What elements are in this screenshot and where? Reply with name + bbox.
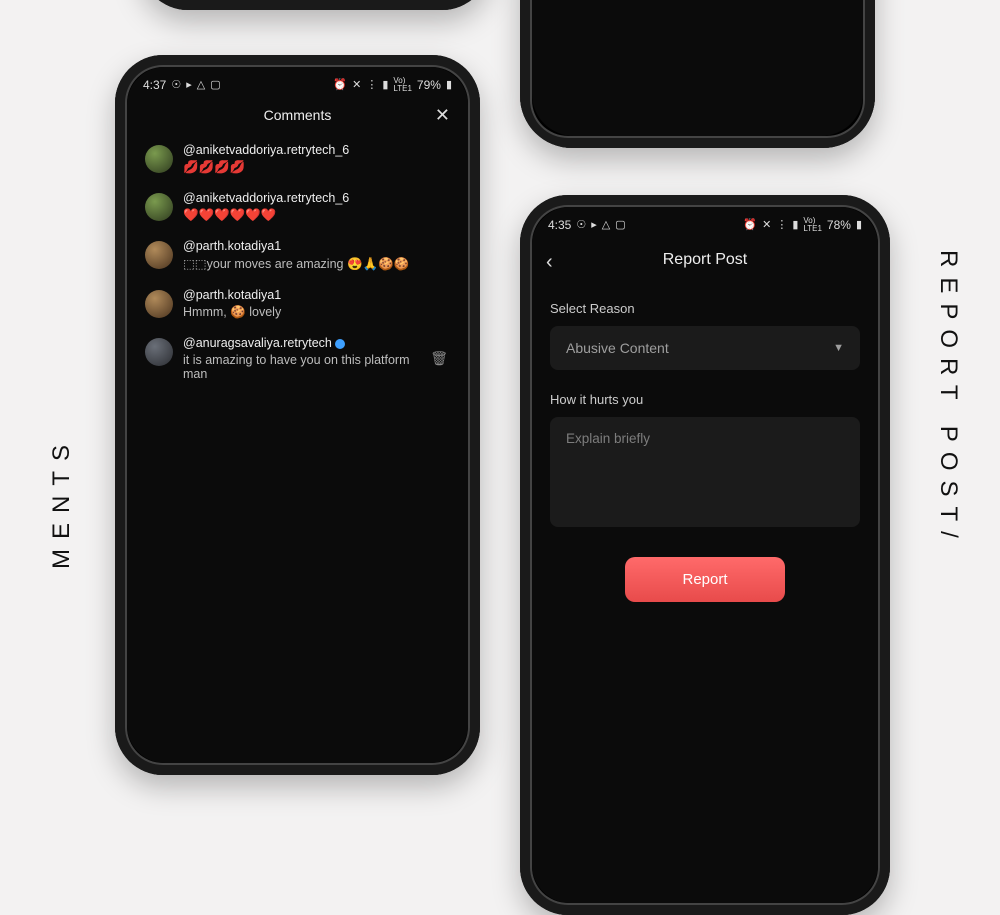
comment-item[interactable]: @aniketvaddoriya.retrytech_6 💋💋💋💋	[127, 137, 468, 185]
image-icon: ▢	[210, 80, 220, 91]
comment-item[interactable]: @anuragsavaliya.retrytech it is amazing …	[127, 330, 468, 391]
comment-item[interactable]: @parth.kotadiya1 Hmmm, 🍪 lovely	[127, 282, 468, 330]
explain-textarea[interactable]: Explain briefly	[550, 417, 860, 527]
whatsapp-icon: ☉	[576, 220, 586, 231]
howhurts-label: How it hurts you	[550, 392, 860, 407]
avatar	[145, 338, 173, 366]
status-time: 4:37	[143, 78, 166, 92]
comment-username[interactable]: @parth.kotadiya1	[183, 288, 281, 302]
status-battery: 78%	[827, 218, 851, 232]
comment-username[interactable]: @anuragsavaliya.retrytech	[183, 336, 420, 350]
page-title: Comments	[264, 107, 332, 123]
chevron-down-icon: ▼	[833, 342, 844, 354]
wifi-icon: ⋮	[366, 80, 377, 91]
comment-username[interactable]: @aniketvaddoriya.retrytech_6	[183, 143, 349, 157]
avatar	[145, 290, 173, 318]
whatsapp-icon: ☉	[171, 80, 181, 91]
phone-frame-report: 4:35 ☉ ▸ △ ▢ ⏰ ✕ ⋮ ▮ Vo)LTE1 78% ▮ ‹ Rep…	[520, 195, 890, 915]
side-label-report: REPORT POST/	[934, 250, 962, 548]
page-title: Report Post	[663, 251, 747, 268]
comment-text: Hmmm, 🍪 lovely	[183, 305, 281, 320]
textarea-placeholder: Explain briefly	[566, 431, 650, 446]
comments-header: Comments ✕	[127, 97, 468, 137]
bell-icon: △	[197, 80, 205, 91]
alarm-icon: ⏰	[743, 220, 757, 231]
avatar	[145, 193, 173, 221]
status-time: 4:35	[548, 218, 571, 232]
comment-text: ❤️❤️❤️❤️❤️❤️	[183, 208, 349, 223]
avatar	[145, 241, 173, 269]
comment-text: ⬚⬚your moves are amazing 😍🙏🍪🍪	[183, 256, 409, 272]
comment-text: 💋💋💋💋	[183, 160, 349, 175]
report-button[interactable]: Report	[625, 557, 785, 602]
side-label-comments: MENTS	[48, 435, 76, 569]
signal-icon: ▮	[382, 80, 388, 91]
lte-icon: Vo)LTE1	[393, 77, 412, 93]
statusbar: 4:37 ☉ ▸ △ ▢ ⏰ ✕ ⋮ ▮ Vo)LTE1 79% ▮	[127, 67, 468, 97]
play-icon: ▸	[591, 220, 597, 231]
phone-frame-partial-top	[140, 0, 490, 10]
phone-frame-notch	[520, 0, 875, 148]
mute-icon: ✕	[762, 220, 771, 231]
comment-text: it is amazing to have you on this platfo…	[183, 353, 420, 381]
image-icon: ▢	[615, 220, 625, 231]
close-icon[interactable]: ✕	[435, 105, 450, 126]
back-icon[interactable]: ‹	[546, 251, 553, 274]
reason-selected-value: Abusive Content	[566, 340, 669, 356]
avatar	[145, 145, 173, 173]
verified-badge-icon	[335, 339, 345, 349]
battery-icon: ▮	[856, 220, 862, 231]
comment-item[interactable]: @aniketvaddoriya.retrytech_6 ❤️❤️❤️❤️❤️❤…	[127, 185, 468, 233]
reason-select[interactable]: Abusive Content ▼	[550, 326, 860, 370]
comment-item[interactable]: @parth.kotadiya1 ⬚⬚your moves are amazin…	[127, 233, 468, 282]
signal-icon: ▮	[792, 220, 798, 231]
wifi-icon: ⋮	[776, 220, 787, 231]
status-battery: 79%	[417, 78, 441, 92]
delete-comment-icon[interactable]: 🗑	[430, 350, 450, 367]
comment-username[interactable]: @parth.kotadiya1	[183, 239, 409, 253]
phone-frame-comments: 4:37 ☉ ▸ △ ▢ ⏰ ✕ ⋮ ▮ Vo)LTE1 79% ▮ Comme…	[115, 55, 480, 775]
lte-icon: Vo)LTE1	[803, 217, 822, 233]
play-icon: ▸	[186, 80, 192, 91]
bell-icon: △	[602, 220, 610, 231]
report-header: ‹ Report Post	[532, 237, 878, 287]
comment-username[interactable]: @aniketvaddoriya.retrytech_6	[183, 191, 349, 205]
alarm-icon: ⏰	[333, 80, 347, 91]
statusbar: 4:35 ☉ ▸ △ ▢ ⏰ ✕ ⋮ ▮ Vo)LTE1 78% ▮	[532, 207, 878, 237]
comments-list: @aniketvaddoriya.retrytech_6 💋💋💋💋 @anike…	[127, 137, 468, 391]
mute-icon: ✕	[352, 80, 361, 91]
battery-icon: ▮	[446, 80, 452, 91]
reason-label: Select Reason	[550, 301, 860, 316]
